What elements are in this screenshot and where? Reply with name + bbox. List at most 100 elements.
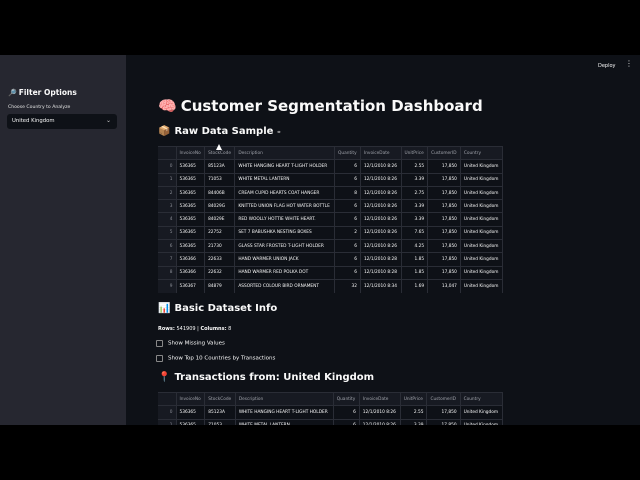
table-cell[interactable]: United Kingdom bbox=[460, 185, 504, 200]
table-cell[interactable]: 22752 bbox=[204, 225, 236, 240]
table-cell[interactable]: HAND WARMER RED POLKA DOT bbox=[234, 265, 336, 280]
row-index[interactable]: 1 bbox=[158, 172, 177, 187]
table-cell[interactable]: 12/1/2010 8:26 bbox=[360, 212, 402, 227]
table-cell[interactable]: 13,047 bbox=[427, 278, 461, 293]
table-cell[interactable]: 2.55 bbox=[401, 159, 429, 174]
table-cell[interactable]: 536365 bbox=[176, 212, 206, 227]
row-index[interactable]: 9 bbox=[158, 278, 177, 293]
table-cell[interactable]: 536365 bbox=[176, 172, 206, 187]
table-cell[interactable]: 17,850 bbox=[426, 405, 461, 420]
row-index[interactable]: 0 bbox=[158, 405, 177, 420]
row-index[interactable]: 2 bbox=[158, 185, 177, 200]
table-cell[interactable]: United Kingdom bbox=[460, 405, 504, 420]
column-header[interactable]: InvoiceNo bbox=[176, 391, 206, 406]
table-cell[interactable]: 6 bbox=[333, 405, 360, 420]
table-cell[interactable]: WHITE HANGING HEART T-LIGHT HOLDER bbox=[234, 159, 336, 174]
table-cell[interactable]: GLASS STAR FROSTED T-LIGHT HOLDER bbox=[234, 239, 336, 253]
country-select[interactable]: United Kingdom ⌄ bbox=[7, 114, 117, 129]
table-cell[interactable]: 7.65 bbox=[401, 225, 429, 240]
table-cell[interactable]: 1.85 bbox=[401, 265, 429, 280]
column-header[interactable]: InvoiceDate bbox=[359, 391, 401, 406]
table-cell[interactable]: 84879 bbox=[204, 278, 236, 293]
table-cell[interactable]: 17,850 bbox=[427, 172, 461, 187]
table-cell[interactable]: 1.69 bbox=[401, 278, 429, 293]
table-cell[interactable]: 21730 bbox=[204, 239, 236, 253]
transactions-table[interactable]: InvoiceNo StockCode Description Quantity Inv… bbox=[158, 391, 504, 425]
anchor-link-icon[interactable]: ⚭ bbox=[276, 129, 281, 136]
table-row[interactable]: 153636571053WHITE METAL LANTERN612/1/201… bbox=[158, 172, 504, 187]
column-header[interactable] bbox=[158, 145, 177, 160]
table-cell[interactable]: 2.55 bbox=[400, 405, 428, 420]
table-cell[interactable]: 6 bbox=[334, 265, 361, 280]
row-index[interactable]: 0 bbox=[158, 159, 177, 174]
checkbox-box[interactable] bbox=[156, 355, 163, 362]
table-cell[interactable]: 12/1/2010 8:28 bbox=[360, 252, 402, 267]
table-cell[interactable]: 536365 bbox=[176, 225, 206, 240]
table-cell[interactable]: 17,850 bbox=[427, 185, 461, 200]
table-cell[interactable]: CREAM CUPID HEARTS COAT HANGER bbox=[234, 185, 336, 200]
table-cell[interactable]: United Kingdom bbox=[460, 278, 504, 293]
table-cell[interactable]: 536367 bbox=[176, 278, 206, 293]
row-index[interactable]: 8 bbox=[158, 265, 177, 280]
column-header[interactable]: CustomerID bbox=[427, 145, 461, 160]
table-cell[interactable]: 22632 bbox=[204, 265, 236, 280]
table-cell[interactable]: 32 bbox=[334, 278, 361, 293]
table-cell[interactable]: United Kingdom bbox=[460, 239, 504, 253]
table-cell[interactable]: HAND WARMER UNION JACK bbox=[234, 252, 336, 267]
column-header[interactable]: Country bbox=[460, 391, 504, 406]
column-header[interactable]: Country bbox=[460, 145, 504, 160]
table-cell[interactable]: 6 bbox=[334, 199, 361, 213]
table-cell[interactable]: 6 bbox=[334, 172, 361, 187]
table-row[interactable]: 9 536367 84879 ASSORTED COLOUR BIRD ORNAMEN… bbox=[158, 278, 504, 293]
table-cell[interactable]: United Kingdom bbox=[460, 159, 504, 174]
table-cell[interactable]: United Kingdom bbox=[460, 225, 504, 240]
table-cell[interactable]: United Kingdom bbox=[460, 265, 504, 280]
table-cell[interactable]: 3.39 bbox=[401, 212, 429, 227]
row-index[interactable]: 1 bbox=[158, 418, 177, 425]
table-cell[interactable]: WHITE METAL LANTERN bbox=[234, 172, 336, 187]
table-cell[interactable]: 536365 bbox=[176, 199, 206, 213]
column-header[interactable]: StockCode bbox=[204, 391, 236, 406]
table-cell[interactable]: ASSORTED COLOUR BIRD ORNAMENT bbox=[234, 278, 336, 293]
table-cell[interactable]: 84029E bbox=[204, 212, 236, 227]
table-cell[interactable]: United Kingdom bbox=[460, 172, 504, 187]
table-cell[interactable]: 536365 bbox=[176, 185, 206, 200]
table-cell[interactable]: United Kingdom bbox=[460, 199, 504, 213]
table-cell[interactable]: United Kingdom bbox=[460, 418, 504, 425]
column-header[interactable]: Description bbox=[235, 391, 334, 406]
table-cell[interactable]: 17,850 bbox=[427, 199, 461, 213]
show-missing-values-checkbox[interactable]: Show Missing Values bbox=[156, 340, 225, 347]
table-cell[interactable]: WHITE METAL LANTERN bbox=[235, 418, 334, 425]
table-cell[interactable]: 12/1/2010 8:26 bbox=[360, 172, 402, 187]
table-cell[interactable]: 17,850 bbox=[427, 239, 461, 253]
table-cell[interactable]: 536366 bbox=[176, 252, 206, 267]
row-index[interactable]: 6 bbox=[158, 239, 177, 253]
row-index[interactable]: 5 bbox=[158, 225, 177, 240]
checkbox-box[interactable] bbox=[156, 340, 163, 347]
table-cell[interactable]: 6 bbox=[334, 252, 361, 267]
table-cell[interactable]: WHITE HANGING HEART T-LIGHT HOLDER bbox=[235, 405, 334, 420]
table-cell[interactable]: 85123A bbox=[204, 405, 236, 420]
table-cell[interactable]: 84406B bbox=[204, 185, 236, 200]
row-index[interactable]: 7 bbox=[158, 252, 177, 267]
table-cell[interactable]: 17,850 bbox=[427, 225, 461, 240]
table-row[interactable]: 7 536366 22633 HAND WARMER UNION JACK 6 12/1/… bbox=[158, 252, 504, 267]
table-cell[interactable]: 12/1/2010 8:26 bbox=[360, 199, 402, 213]
table-row[interactable]: 3 536365 84029G KNITTED UNION FLAG HOT WATE… bbox=[158, 199, 504, 213]
table-row[interactable]: 0 536365 85123A WHITE HANGING HEART T-LIGHT… bbox=[158, 159, 504, 174]
table-cell[interactable]: 12/1/2010 8:26 bbox=[360, 225, 402, 240]
table-cell[interactable]: 12/1/2010 8:34 bbox=[360, 278, 402, 293]
table-cell[interactable]: 12/1/2010 8:26 bbox=[359, 405, 401, 420]
column-header[interactable]: UnitPrice bbox=[401, 145, 429, 160]
table-cell[interactable]: United Kingdom bbox=[460, 252, 504, 267]
row-index[interactable]: 4 bbox=[158, 212, 177, 227]
table-cell[interactable]: 17,850 bbox=[427, 265, 461, 280]
table-cell[interactable]: 2 bbox=[334, 225, 361, 240]
table-cell[interactable]: 6 bbox=[334, 159, 361, 174]
table-cell[interactable]: 17,850 bbox=[426, 418, 461, 425]
table-cell[interactable]: SET 7 BABUSHKA NESTING BOXES bbox=[234, 225, 336, 240]
table-cell[interactable]: 84029G bbox=[204, 199, 236, 213]
table-row[interactable]: 5 536365 22752 SET 7 BABUSHKA NESTING BOXES… bbox=[158, 225, 504, 240]
table-cell[interactable]: 6 bbox=[334, 239, 361, 253]
table-cell[interactable]: 12/1/2010 8:28 bbox=[360, 265, 402, 280]
